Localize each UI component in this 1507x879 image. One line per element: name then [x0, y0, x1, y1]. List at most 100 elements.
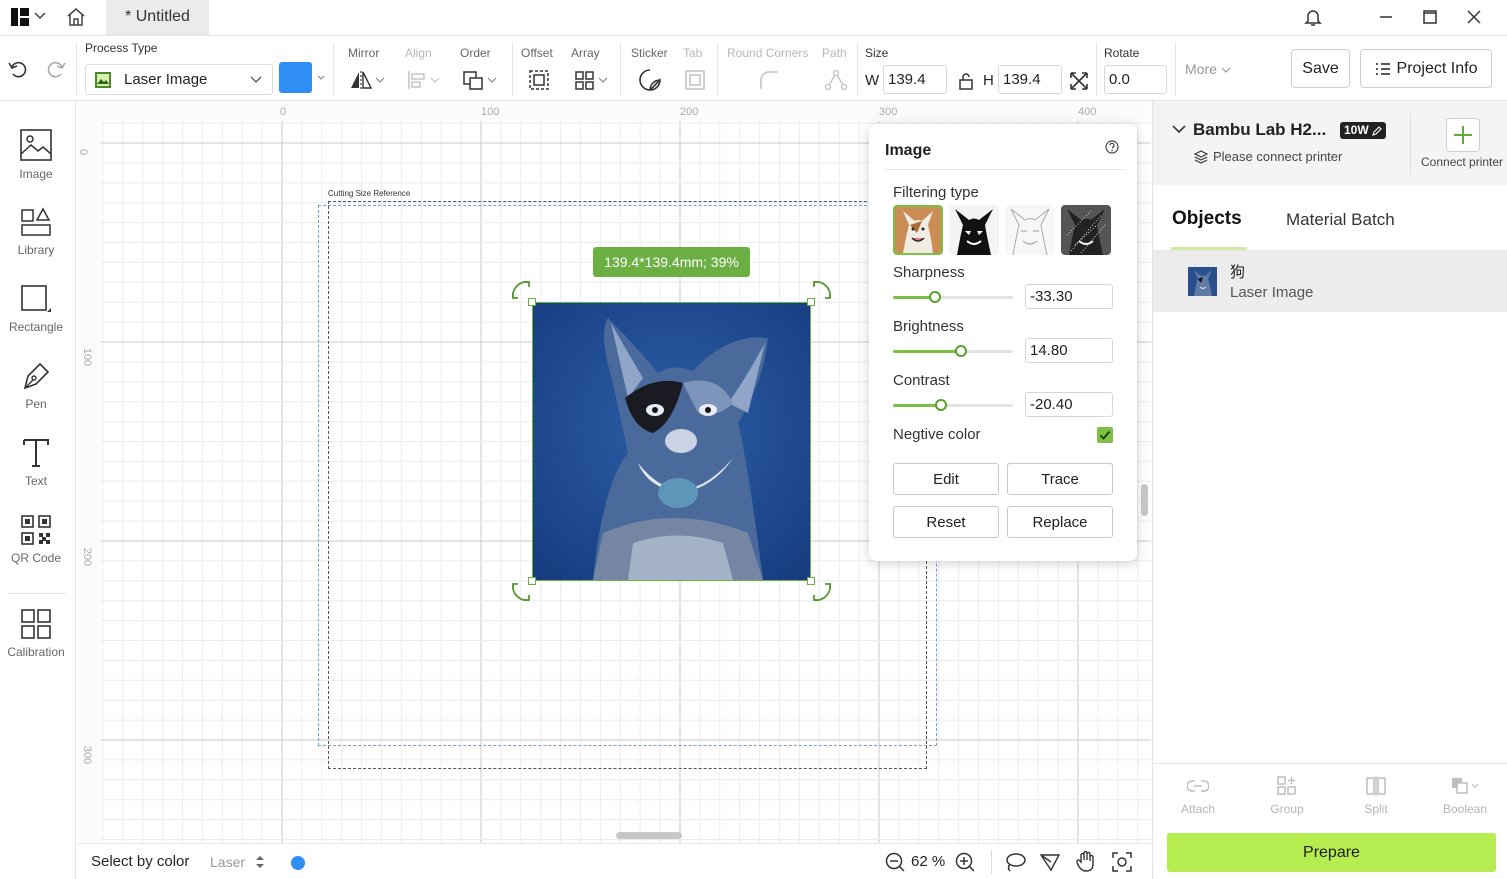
ruler-left-label: 0 [77, 148, 90, 156]
maximize-icon[interactable] [1417, 6, 1443, 28]
sort-updown-icon[interactable] [255, 854, 265, 870]
negative-color-checkbox[interactable] [1097, 427, 1113, 443]
tab-label: Tab [683, 46, 703, 60]
mirror-icon[interactable] [349, 67, 385, 93]
height-label: H [983, 72, 994, 89]
size-label: Size [865, 46, 889, 60]
boolean-label: Boolean [1442, 802, 1488, 816]
sidebar-label-calibration: Calibration [7, 645, 65, 659]
checkmark-icon [1099, 430, 1111, 440]
contrast-slider[interactable] [893, 399, 1013, 411]
ruler-left-label: 300 [81, 745, 94, 765]
rotate-handle-icon[interactable] [510, 581, 532, 603]
brightness-slider[interactable] [893, 345, 1013, 357]
lasso-icon[interactable] [1004, 852, 1026, 872]
sidebar-label-image: Image [19, 167, 53, 181]
menu-chevron-down-icon[interactable] [34, 12, 46, 20]
sidebar-item-pen[interactable]: Pen [0, 361, 72, 411]
zoom-in-icon[interactable] [955, 852, 975, 872]
close-icon[interactable] [1461, 6, 1487, 28]
dog-image-object[interactable] [532, 302, 811, 581]
brightness-input[interactable]: 14.80 [1025, 338, 1113, 363]
sidebar-item-library[interactable]: Library [0, 207, 72, 257]
replace-button[interactable]: Replace [1007, 506, 1113, 538]
filter-sketch-thumb[interactable] [1005, 205, 1055, 255]
reset-button[interactable]: Reset [893, 506, 999, 538]
ruler-left [77, 101, 101, 843]
hand-pan-icon[interactable] [1075, 850, 1097, 872]
ruler-top-label: 0 [280, 106, 287, 118]
redo-icon[interactable] [45, 58, 67, 80]
connect-status: Please connect printer [1213, 149, 1343, 164]
slider-handle[interactable] [935, 399, 947, 411]
contrast-input[interactable]: -20.40 [1025, 392, 1113, 417]
sticker-icon[interactable] [638, 67, 662, 93]
app-logo-icon[interactable] [11, 8, 29, 26]
document-tab[interactable]: * Untitled [106, 0, 209, 35]
sidebar-item-qr-code[interactable]: QR Code [0, 515, 72, 565]
slider-handle[interactable] [929, 291, 941, 303]
save-button[interactable]: Save [1291, 49, 1350, 88]
project-info-button[interactable]: Project Info [1360, 49, 1492, 88]
image-settings-panel: Image Filtering type Sharpness -33.30 Br… [869, 124, 1137, 561]
color-chevron-down-icon[interactable] [317, 75, 325, 81]
attach-label: Attach [1180, 802, 1216, 816]
prepare-button[interactable]: Prepare [1167, 833, 1496, 872]
process-type-select[interactable]: Laser Image [85, 64, 273, 95]
project-info-label: Project Info [1396, 59, 1478, 77]
array-icon[interactable] [574, 67, 610, 93]
object-thumbnail [1188, 267, 1217, 296]
offset-icon[interactable] [528, 67, 550, 93]
path-icon [824, 67, 848, 93]
fit-size-icon[interactable] [1069, 71, 1089, 91]
sidebar-item-rectangle[interactable]: Rectangle [0, 284, 72, 334]
sidebar-item-image[interactable]: Image [0, 129, 72, 181]
rotate-handle-icon[interactable] [811, 581, 833, 603]
connect-printer-label[interactable]: Connect printer [1421, 155, 1503, 169]
laser-image-icon [95, 71, 111, 88]
bell-icon[interactable] [1300, 6, 1326, 28]
add-printer-button[interactable] [1446, 118, 1480, 152]
rotate-input[interactable]: 0.0 [1104, 65, 1167, 94]
more-menu[interactable]: More [1185, 61, 1231, 77]
laser-power-badge[interactable]: 10W [1340, 122, 1386, 139]
laser-color-dot[interactable] [291, 856, 305, 870]
filter-bw-thumb[interactable] [949, 205, 999, 255]
filter-dither-thumb[interactable] [1061, 205, 1111, 255]
sharpness-slider[interactable] [893, 291, 1013, 303]
trace-button[interactable]: Trace [1007, 463, 1113, 495]
slider-handle[interactable] [955, 345, 968, 357]
edit-button[interactable]: Edit [893, 463, 999, 495]
rotate-handle-icon[interactable] [510, 279, 532, 301]
height-input[interactable]: 139.4 [998, 65, 1062, 94]
tab-objects[interactable]: Objects [1172, 208, 1242, 230]
dog-image [533, 303, 810, 580]
sidebar-item-text[interactable]: Text [0, 438, 72, 488]
vertical-scrollbar[interactable] [1141, 484, 1148, 516]
width-input[interactable]: 139.4 [883, 65, 947, 94]
fit-view-icon[interactable] [1112, 852, 1132, 872]
undo-icon[interactable] [7, 58, 29, 80]
layer-color-swatch[interactable] [279, 62, 312, 93]
minimize-icon[interactable] [1373, 6, 1399, 28]
sidebar-item-calibration[interactable]: Calibration [0, 609, 72, 659]
image-icon [20, 129, 52, 161]
lock-icon[interactable] [958, 72, 974, 90]
order-icon[interactable] [462, 67, 498, 93]
laser-dropdown-label[interactable]: Laser [210, 854, 245, 870]
sharpness-input[interactable]: -33.30 [1025, 284, 1113, 309]
printer-chevron-down-icon[interactable] [1172, 124, 1186, 134]
help-icon[interactable] [1105, 140, 1119, 154]
horizontal-scrollbar[interactable] [616, 832, 682, 839]
home-icon[interactable] [65, 6, 87, 28]
ruler-top-label: 200 [680, 106, 699, 118]
filter-original-thumb[interactable] [893, 205, 943, 255]
split-label: Split [1364, 802, 1388, 816]
select-arrow-icon[interactable] [1039, 852, 1061, 872]
zoom-out-icon[interactable] [885, 852, 905, 872]
tab-material-batch[interactable]: Material Batch [1286, 210, 1395, 230]
rotate-handle-icon[interactable] [811, 279, 833, 301]
mirror-label: Mirror [348, 46, 380, 60]
dimension-badge: 139.4*139.4mm; 39% [593, 247, 750, 277]
printer-name[interactable]: Bambu Lab H2... [1193, 120, 1326, 140]
